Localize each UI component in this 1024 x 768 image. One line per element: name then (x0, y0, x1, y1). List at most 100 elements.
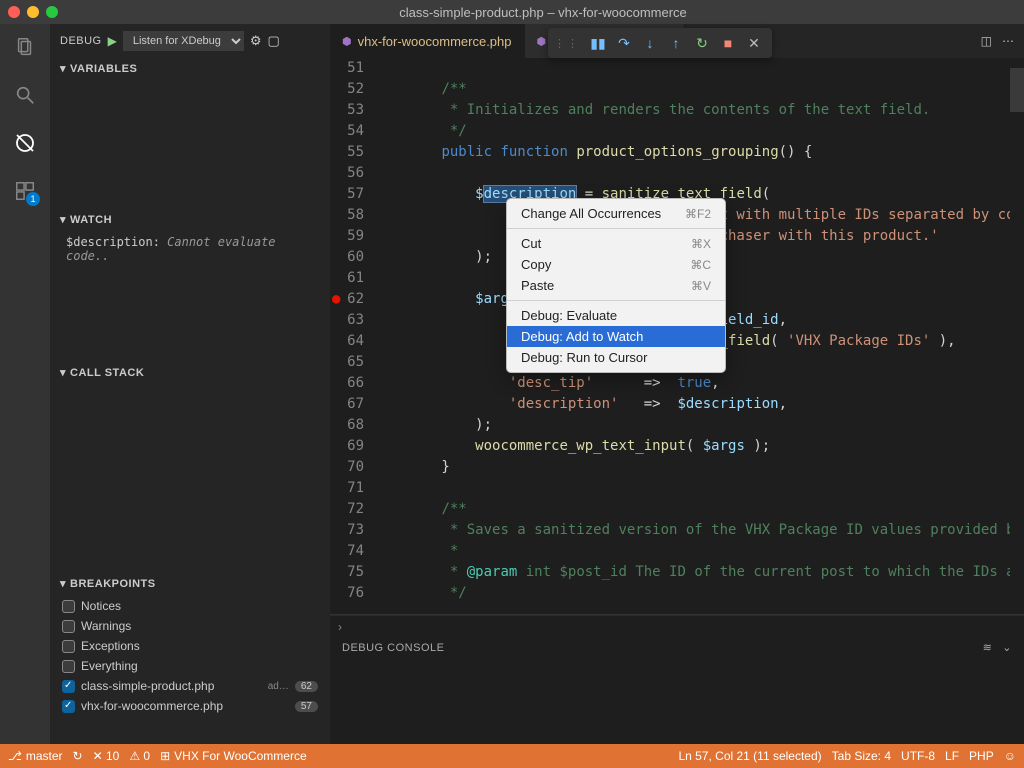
line-number[interactable]: 60 (330, 247, 364, 268)
code-line[interactable]: */ (374, 583, 1010, 604)
filter-icon[interactable]: ≋ (983, 641, 993, 654)
code-line[interactable]: * @param int $post_id The ID of the curr… (374, 562, 1010, 583)
code-line[interactable]: } (374, 457, 1010, 478)
code-line[interactable]: woocommerce_wp_text_input( $args ); (374, 436, 1010, 457)
debug-console-tab[interactable]: DEBUG CONSOLE (342, 642, 444, 654)
split-editor-icon[interactable]: ◫ (981, 34, 992, 48)
debug-icon[interactable] (12, 130, 38, 156)
extension-status[interactable]: ⊞VHX For WooCommerce (160, 749, 307, 763)
step-into-icon[interactable]: ↓ (638, 31, 662, 55)
scrollbar-thumb[interactable] (1010, 68, 1024, 112)
pause-icon[interactable]: ▮▮ (586, 31, 610, 55)
checkbox[interactable] (62, 700, 75, 713)
debug-action-bar[interactable]: ⋮⋮ ▮▮ ↷ ↓ ↑ ↻ ■ ✕ (548, 28, 772, 58)
stop-icon[interactable]: ■ (716, 31, 740, 55)
code-line[interactable] (374, 58, 1010, 79)
watch-section-header[interactable]: ▾ WATCH (50, 209, 330, 230)
more-actions-icon[interactable]: ⋯ (1002, 34, 1014, 48)
line-number[interactable]: 55 (330, 142, 364, 163)
breakpoint-item[interactable]: class-simple-product.phpad…62 (50, 676, 330, 696)
language-mode[interactable]: PHP (969, 749, 994, 763)
line-number[interactable]: 51 (330, 58, 364, 79)
code-line[interactable]: * Initializes and renders the contents o… (374, 100, 1010, 121)
step-out-icon[interactable]: ↑ (664, 31, 688, 55)
line-number[interactable]: 73 (330, 520, 364, 541)
tab-size[interactable]: Tab Size: 4 (832, 749, 891, 763)
code-line[interactable]: public function product_options_grouping… (374, 142, 1010, 163)
context-menu-item[interactable]: Cut⌘X (507, 233, 725, 254)
cursor-position[interactable]: Ln 57, Col 21 (11 selected) (678, 749, 821, 763)
code-line[interactable] (374, 163, 1010, 184)
chevron-down-icon[interactable]: ⌄ (1002, 641, 1012, 654)
code-line[interactable]: ); (374, 415, 1010, 436)
breakpoint-item[interactable]: Exceptions (50, 636, 330, 656)
tab-file-1[interactable]: ⬢ vhx-for-woocommerce.php (330, 24, 525, 58)
minimize-window-button[interactable] (27, 6, 39, 18)
line-number[interactable]: 68 (330, 415, 364, 436)
line-number[interactable]: 71 (330, 478, 364, 499)
line-number[interactable]: 75 (330, 562, 364, 583)
debug-config-select[interactable]: Listen for XDebug (123, 31, 244, 51)
code-line[interactable]: 'desc_tip' => true, (374, 373, 1010, 394)
code-line[interactable]: /** (374, 79, 1010, 100)
code-line[interactable]: * (374, 541, 1010, 562)
breakpoint-item[interactable]: Notices (50, 596, 330, 616)
context-menu-item[interactable]: Debug: Add to Watch (507, 326, 725, 347)
checkbox[interactable] (62, 600, 75, 613)
callstack-section-header[interactable]: ▾ CALL STACK (50, 362, 330, 383)
context-menu-item[interactable]: Copy⌘C (507, 254, 725, 275)
line-number[interactable]: 56 (330, 163, 364, 184)
context-menu-item[interactable]: Debug: Run to Cursor (507, 347, 725, 368)
code-line[interactable]: * Saves a sanitized version of the VHX P… (374, 520, 1010, 541)
encoding[interactable]: UTF-8 (901, 749, 935, 763)
line-number[interactable]: 76 (330, 583, 364, 604)
context-menu-item[interactable]: Paste⌘V (507, 275, 725, 296)
search-icon[interactable] (12, 82, 38, 108)
code-line[interactable] (374, 478, 1010, 499)
line-number[interactable]: 58 (330, 205, 364, 226)
line-number[interactable]: 54 (330, 121, 364, 142)
code-line[interactable]: */ (374, 121, 1010, 142)
sync-button[interactable]: ↻ (73, 749, 83, 763)
restart-icon[interactable]: ↻ (690, 31, 714, 55)
explorer-icon[interactable] (12, 34, 38, 60)
breakpoint-item[interactable]: Warnings (50, 616, 330, 636)
line-number[interactable]: 69 (330, 436, 364, 457)
checkbox[interactable] (62, 640, 75, 653)
line-number[interactable]: 57 (330, 184, 364, 205)
line-number[interactable]: 67 (330, 394, 364, 415)
line-number[interactable]: 74 (330, 541, 364, 562)
eol[interactable]: LF (945, 749, 959, 763)
line-number[interactable]: 63 (330, 310, 364, 331)
code-line[interactable]: 'description' => $description, (374, 394, 1010, 415)
close-icon[interactable]: ✕ (742, 31, 766, 55)
step-over-icon[interactable]: ↷ (612, 31, 636, 55)
gear-icon[interactable]: ⚙ (250, 33, 262, 49)
checkbox[interactable] (62, 660, 75, 673)
drag-handle-icon[interactable]: ⋮⋮ (554, 37, 580, 50)
start-debug-icon[interactable]: ▶ (108, 34, 117, 48)
feedback-icon[interactable]: ☺ (1004, 749, 1016, 763)
context-menu-item[interactable]: Change All Occurrences⌘F2 (507, 203, 725, 224)
line-number[interactable]: 62 (330, 289, 364, 310)
line-number[interactable]: 70 (330, 457, 364, 478)
line-gutter[interactable]: 5152535455565758596061626364656667686970… (330, 58, 374, 614)
context-menu-item[interactable]: Debug: Evaluate (507, 305, 725, 326)
scrollbar[interactable] (1010, 58, 1024, 614)
line-number[interactable]: 61 (330, 268, 364, 289)
maximize-window-button[interactable] (46, 6, 58, 18)
breakpoints-section-header[interactable]: ▾ BREAKPOINTS (50, 573, 330, 594)
line-number[interactable]: 65 (330, 352, 364, 373)
code-line[interactable]: /** (374, 499, 1010, 520)
debug-console-icon[interactable]: ▢ (268, 33, 280, 49)
breadcrumb-bar[interactable]: › (330, 615, 1024, 637)
checkbox[interactable] (62, 620, 75, 633)
breakpoint-item[interactable]: Everything (50, 656, 330, 676)
git-branch[interactable]: ⎇master (8, 749, 63, 763)
variables-section-header[interactable]: ▾ VARIABLES (50, 58, 330, 79)
problems-errors[interactable]: ✕ 10 (93, 749, 120, 763)
extensions-icon[interactable]: 1 (12, 178, 38, 204)
breakpoint-item[interactable]: vhx-for-woocommerce.php57 (50, 696, 330, 716)
line-number[interactable]: 52 (330, 79, 364, 100)
line-number[interactable]: 66 (330, 373, 364, 394)
